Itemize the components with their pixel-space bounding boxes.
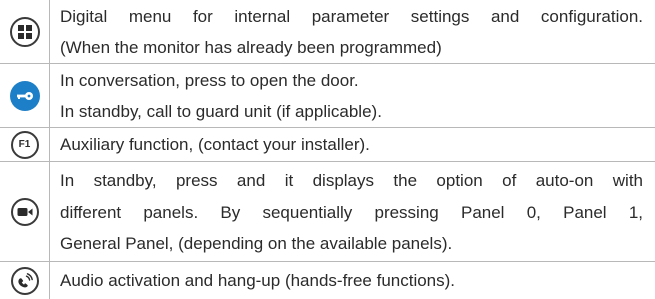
row-auto-on: In standby, press and it displays the op… bbox=[0, 162, 655, 262]
row-door-open: In conversation, press to open the door.… bbox=[0, 64, 655, 128]
description-line: Auxiliary function, (contact your instal… bbox=[60, 135, 370, 154]
description-line: Audio activation and hang-up (hands-free… bbox=[60, 271, 456, 290]
hands-free-icon bbox=[10, 266, 39, 295]
text-cell: Digital menu for internal parameter sett… bbox=[50, 0, 655, 63]
menu-grid-icon bbox=[9, 16, 40, 47]
description-line: (When the monitor has already been progr… bbox=[60, 38, 442, 57]
key-icon bbox=[9, 80, 40, 111]
f1-icon-label: F1 bbox=[18, 139, 31, 150]
row-digital-menu: Digital menu for internal parameter sett… bbox=[0, 0, 655, 64]
icon-cell: F1 bbox=[0, 128, 50, 161]
icon-cell bbox=[0, 162, 50, 261]
icon-cell bbox=[0, 0, 50, 63]
text-cell: In standby, press and it displays the op… bbox=[50, 162, 655, 261]
text-cell: In conversation, press to open the door.… bbox=[50, 64, 655, 127]
icon-cell bbox=[0, 64, 50, 127]
description-line: General Panel, (depending on the availab… bbox=[60, 234, 453, 253]
description-line: In standby, call to guard unit (if appli… bbox=[60, 102, 382, 121]
row-hands-free: Audio activation and hang-up (hands-free… bbox=[0, 262, 655, 299]
row-auxiliary: F1 Auxiliary function, (contact your ins… bbox=[0, 128, 655, 162]
description-line: Digital menu for internal parameter sett… bbox=[60, 7, 643, 26]
camera-icon bbox=[10, 197, 39, 226]
description-line: In conversation, press to open the door. bbox=[60, 71, 359, 90]
description-line: In standby, press and it displays the op… bbox=[60, 171, 643, 190]
f1-icon: F1 bbox=[10, 130, 39, 159]
description-line: different panels. By sequentially pressi… bbox=[60, 203, 643, 222]
icon-cell bbox=[0, 262, 50, 299]
text-cell: Audio activation and hang-up (hands-free… bbox=[50, 262, 655, 299]
function-table: Digital menu for internal parameter sett… bbox=[0, 0, 655, 299]
text-cell: Auxiliary function, (contact your instal… bbox=[50, 128, 655, 161]
